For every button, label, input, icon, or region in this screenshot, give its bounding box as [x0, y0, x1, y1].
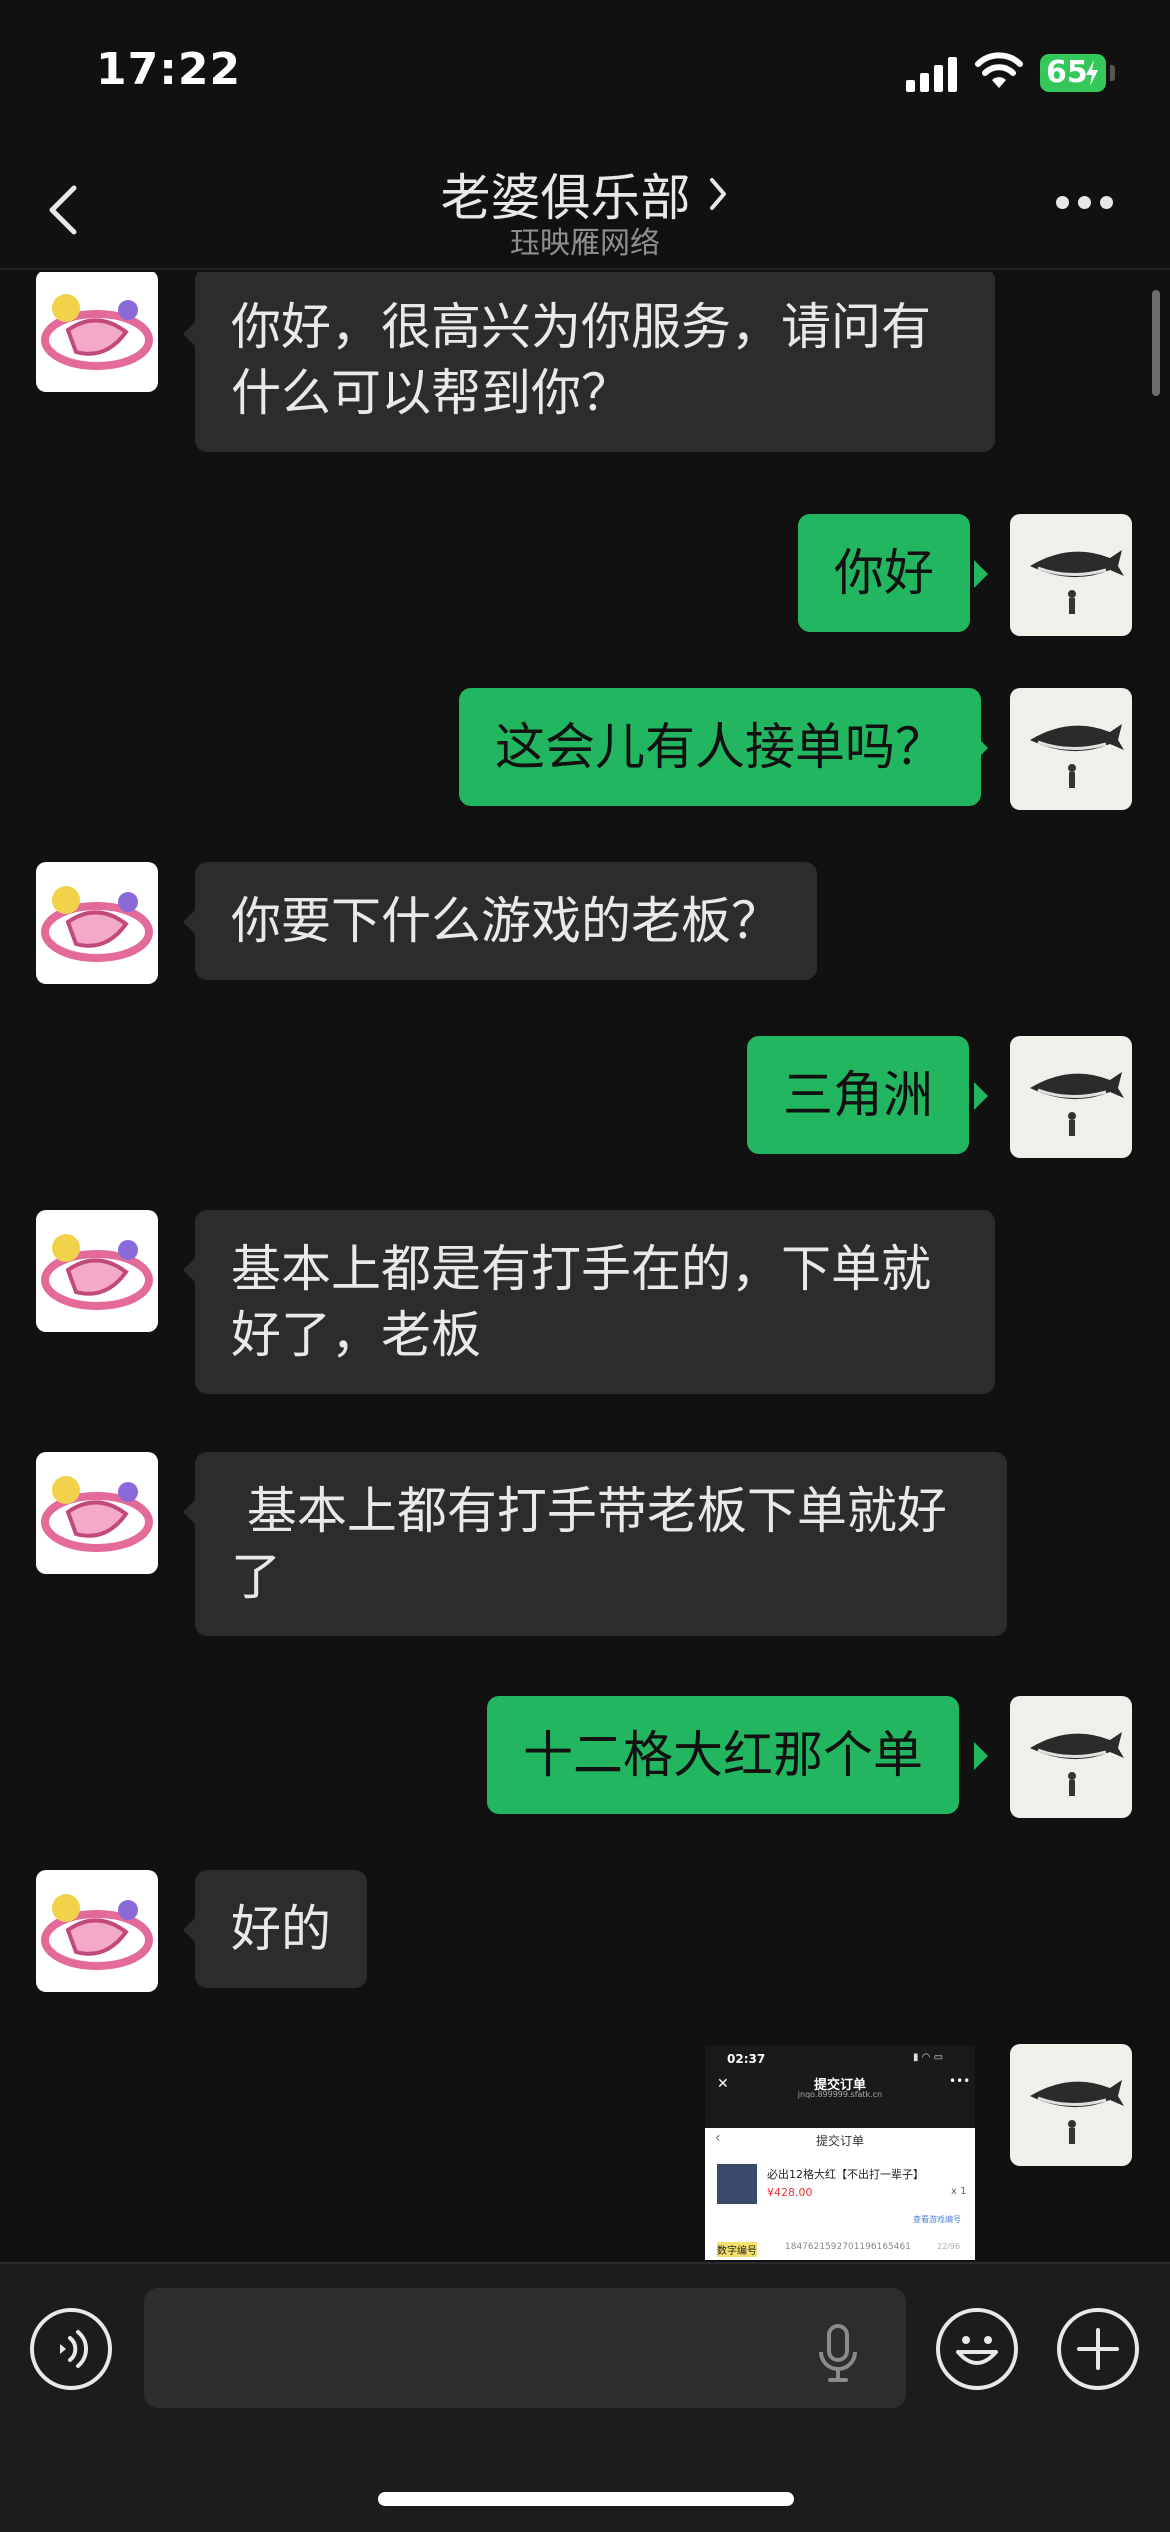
thumb-item-name: 必出12格大红【不出打一辈子】: [767, 2168, 924, 2181]
contact-avatar[interactable]: [36, 272, 158, 392]
whale-avatar-icon: [1030, 724, 1124, 788]
contact-avatar[interactable]: [36, 1870, 158, 1992]
thumb-qty: x 1: [951, 2186, 967, 2197]
contact-logo-icon: [41, 886, 153, 962]
message-bubble[interactable]: 这会儿有人接单吗？: [459, 688, 981, 806]
bubble-tail: [974, 1082, 988, 1110]
more-dots-icon: •••: [949, 2074, 971, 2088]
wifi-icon: [975, 52, 1023, 88]
thumb-url: jnqo.899999.sfatk.cn: [797, 2090, 883, 2099]
image-message[interactable]: 02:37 ▮ ◠ ▭ ✕ 提交订单 jnqo.899999.sfatk.cn …: [705, 2046, 975, 2260]
emoji-icon: [956, 2336, 998, 2365]
chevron-right-icon[interactable]: [706, 174, 730, 214]
whale-avatar-icon: [1030, 550, 1124, 614]
thumb-link: 查看游戏编号: [913, 2215, 961, 2224]
battery-cap: [1110, 65, 1115, 81]
charging-bolt-icon: [1086, 60, 1098, 86]
bubble-tail: [974, 560, 988, 588]
thumb-count: 22/96: [937, 2242, 961, 2251]
voice-button[interactable]: [30, 2308, 112, 2390]
thumb-number: 18476215927011961654​61: [785, 2242, 911, 2252]
message-bubble[interactable]: 好的: [195, 1870, 367, 1988]
contact-avatar[interactable]: [36, 1452, 158, 1574]
my-avatar[interactable]: [1010, 1036, 1132, 1158]
my-avatar[interactable]: [1010, 1696, 1132, 1818]
message-bubble[interactable]: 你好，很高兴为你服务，请问有 什么可以帮到你？: [195, 272, 995, 452]
contact-logo-icon: [41, 1234, 153, 1310]
battery-level: 65: [1046, 55, 1088, 90]
message-list[interactable]: 你好，很高兴为你服务，请问有 什么可以帮到你？ 你好 这会儿有人接单吗？ 你要下…: [0, 272, 1170, 2260]
message-bubble[interactable]: 你要下什么游戏的老板？: [195, 862, 817, 980]
my-avatar[interactable]: [1010, 514, 1132, 636]
message-bubble[interactable]: 基本上都是有打手在的，下单就 好了，老板: [195, 1210, 995, 1394]
plus-icon: [1077, 2328, 1119, 2370]
thumb-subtitle: 提交订单: [815, 2134, 864, 2148]
message-bubble[interactable]: 十二格大红那个单: [487, 1696, 959, 1814]
status-time: 17:22: [96, 44, 242, 95]
contact-logo-icon: [41, 1476, 153, 1552]
thumb-price: ¥428.00: [767, 2186, 813, 2199]
contact-avatar[interactable]: [36, 1210, 158, 1332]
chat-header: 老婆俱乐部 珏映雁网络: [0, 140, 1170, 270]
product-image: [717, 2164, 757, 2204]
home-indicator[interactable]: [378, 2492, 794, 2506]
my-avatar[interactable]: [1010, 2044, 1132, 2166]
microphone-icon[interactable]: [816, 2324, 860, 2384]
plus-button[interactable]: [1057, 2308, 1139, 2390]
my-avatar[interactable]: [1010, 688, 1132, 810]
message-bubble[interactable]: 基本上都有打手带老板下单就好 了: [195, 1452, 1007, 1636]
whale-avatar-icon: [1030, 1732, 1124, 1796]
thumb-label: 数字编号: [717, 2242, 757, 2257]
thumb-time: 02:37: [727, 2052, 766, 2066]
whale-avatar-icon: [1030, 1072, 1124, 1136]
battery-indicator: 65: [1040, 54, 1106, 92]
contact-logo-icon: [41, 294, 153, 370]
voice-icon: [60, 2330, 89, 2368]
contact-logo-icon: [41, 1894, 153, 1970]
message-bubble[interactable]: 三角洲: [747, 1036, 969, 1154]
more-dots-icon[interactable]: [1056, 196, 1114, 212]
whale-avatar-icon: [1030, 2080, 1124, 2144]
scrollbar[interactable]: [1152, 290, 1160, 396]
status-bar: 17:22 65: [0, 0, 1170, 140]
thumb-status-icons: ▮ ◠ ▭: [913, 2052, 944, 2063]
bubble-tail: [974, 1742, 988, 1770]
message-input[interactable]: [144, 2288, 906, 2408]
message-bubble[interactable]: 你好: [798, 514, 970, 632]
cellular-signal-icon: [906, 56, 960, 92]
chat-subtitle: 珏映雁网络: [510, 226, 660, 261]
emoji-button[interactable]: [936, 2308, 1018, 2390]
contact-avatar[interactable]: [36, 862, 158, 984]
